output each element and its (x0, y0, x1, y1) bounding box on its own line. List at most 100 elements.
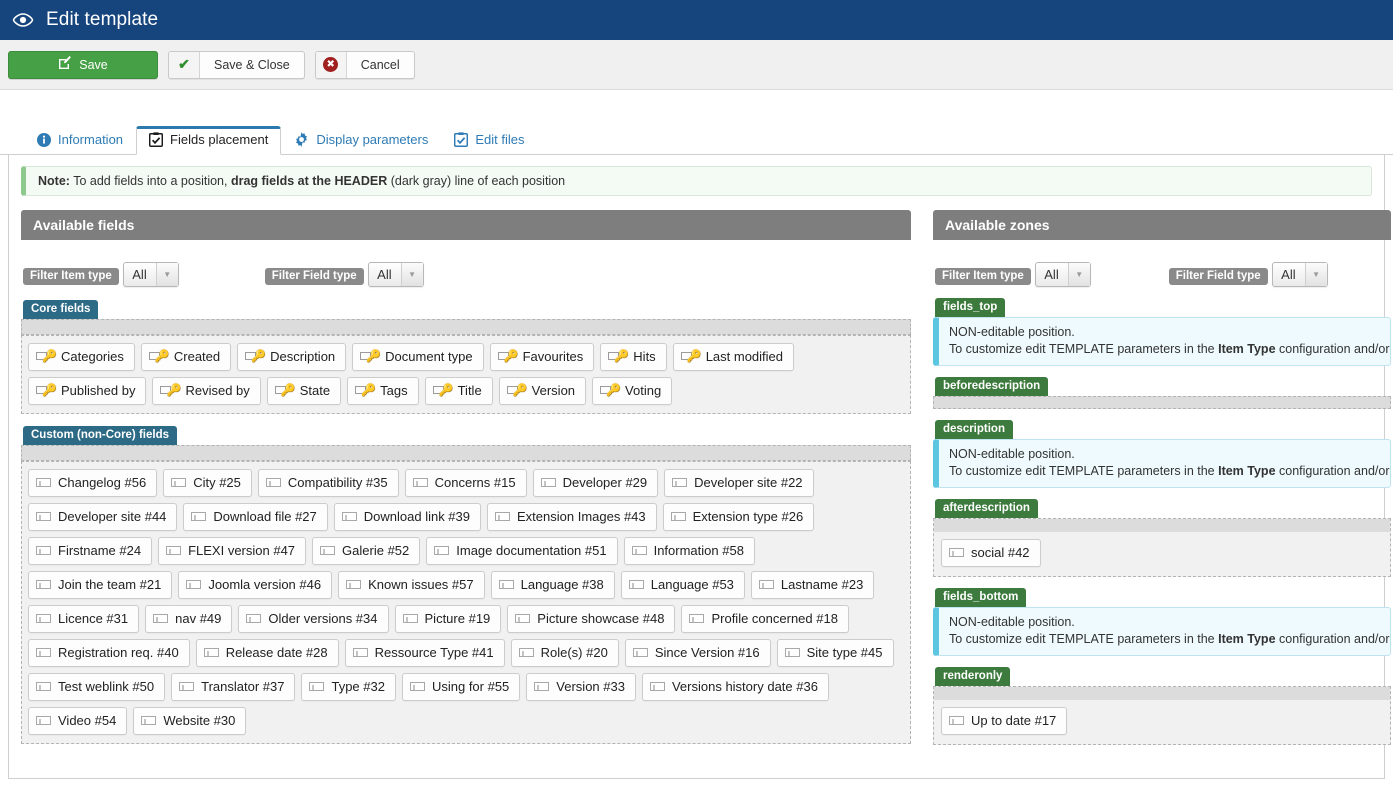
field-chip[interactable]: Older versions #34 (238, 605, 389, 633)
field-chip[interactable]: Licence #31 (28, 605, 140, 633)
field-chip[interactable]: Lastname #23 (750, 571, 875, 599)
zone-header-dropline[interactable] (934, 687, 1390, 700)
field-chip[interactable]: 🔑 Revised by (152, 377, 261, 405)
field-chip-label: Hits (633, 349, 656, 364)
field-chip[interactable]: Galerie #52 (312, 537, 421, 565)
eye-icon (12, 9, 34, 31)
field-chip[interactable]: 🔑 Tags (347, 377, 419, 405)
tab-display-parameters[interactable]: Display parameters (281, 126, 441, 155)
field-chip-label: Favourites (522, 349, 584, 364)
field-chip[interactable]: Picture showcase #48 (507, 605, 676, 633)
field-chip[interactable]: Test weblink #50 (28, 673, 166, 701)
gear-icon (294, 132, 309, 147)
custom-fields-list[interactable]: Changelog #56 City #25 Compatibility #35 Co… (21, 461, 911, 744)
tab-information[interactable]: Information (24, 126, 136, 155)
field-chip[interactable]: 🔑 Version (498, 377, 587, 405)
field-chip[interactable]: FLEXI version #47 (158, 537, 307, 565)
field-chip[interactable]: Website #30 (133, 707, 247, 735)
field-chip[interactable]: Download file #27 (183, 503, 328, 531)
save-close-button[interactable]: ✔ Save & Close (168, 50, 305, 79)
available-fields-header: Available fields (21, 210, 911, 240)
field-chip[interactable]: Registration req. #40 (28, 639, 190, 667)
field-chip[interactable]: Type #32 (301, 673, 396, 701)
field-chip[interactable]: Changelog #56 (28, 469, 158, 497)
field-chip[interactable]: Site type #45 (776, 639, 894, 667)
field-chip[interactable]: Developer #29 (532, 469, 659, 497)
field-chip[interactable]: Language #38 (490, 571, 615, 599)
field-chip[interactable]: 🔑 Created (140, 343, 232, 371)
core-fields-list[interactable]: 🔑 Categories 🔑 Created 🔑 Description 🔑 Document… (21, 335, 911, 414)
field-chip-label: Picture #19 (424, 611, 491, 626)
field-chip[interactable]: City #25 (163, 469, 252, 497)
field-chip[interactable]: Video #54 (28, 707, 128, 735)
field-chip[interactable]: Extension Images #43 (487, 503, 657, 531)
field-chip[interactable]: 🔑 Voting (592, 377, 673, 405)
field-chip[interactable]: Using for #55 (401, 673, 521, 701)
field-chip[interactable]: Ressource Type #41 (344, 639, 505, 667)
field-chip[interactable]: Since Version #16 (624, 639, 771, 667)
field-chip[interactable]: Joomla version #46 (178, 571, 333, 599)
field-chip[interactable]: 🔑 Favourites (489, 343, 595, 371)
zone-dropzone[interactable]: Up to date #17 (933, 686, 1391, 745)
save-button[interactable]: Save (8, 50, 158, 79)
core-field-key-icon: 🔑 (497, 350, 519, 363)
field-chip[interactable]: Language #53 (620, 571, 745, 599)
field-chip[interactable]: 🔑 State (266, 377, 342, 405)
tab-fields-placement[interactable]: Fields placement (136, 126, 282, 155)
tab-fields-placement-label: Fields placement (170, 132, 269, 147)
field-chip[interactable]: Join the team #21 (28, 571, 173, 599)
field-chip-label: Type #32 (331, 679, 385, 694)
field-chip[interactable]: Firstname #24 (28, 537, 153, 565)
field-chip[interactable]: Picture #19 (394, 605, 502, 633)
field-chip[interactable]: Extension type #26 (662, 503, 815, 531)
field-chip[interactable]: Up to date #17 (941, 707, 1068, 735)
field-chip[interactable]: 🔑 Description (237, 343, 347, 371)
text-field-icon (36, 682, 51, 691)
tab-edit-files[interactable]: Edit files (441, 126, 537, 155)
field-chip[interactable]: 🔑 Published by (28, 377, 147, 405)
field-chip[interactable]: Translator #37 (171, 673, 296, 701)
field-chip[interactable]: 🔑 Categories (28, 343, 135, 371)
field-chip[interactable]: Compatibility #35 (257, 469, 399, 497)
zone-dropzone[interactable]: social #42 (933, 518, 1391, 577)
field-chip-label: Site type #45 (806, 645, 883, 660)
zones-filter-item-type-select[interactable]: All ▼ (1035, 262, 1091, 287)
custom-fields-header-dropline[interactable] (21, 445, 911, 461)
field-chip[interactable]: Concerns #15 (404, 469, 527, 497)
field-chip[interactable]: 🔑 Hits (600, 343, 667, 371)
text-field-icon (36, 546, 51, 555)
field-chip[interactable]: Known issues #57 (338, 571, 485, 599)
zones-filter-field-type-select[interactable]: All ▼ (1272, 262, 1328, 287)
core-fields-header-dropline[interactable] (21, 319, 911, 335)
filter-item-type-select[interactable]: All ▼ (123, 262, 179, 287)
field-chip[interactable]: Release date #28 (195, 639, 339, 667)
field-chip[interactable]: Information #58 (623, 537, 755, 565)
field-chip[interactable]: 🔑 Title (424, 377, 493, 405)
zone-header-dropline[interactable] (934, 519, 1390, 532)
filter-field-type-select[interactable]: All ▼ (368, 262, 424, 287)
field-chip[interactable]: Download link #39 (333, 503, 481, 531)
field-chip-label: Older versions #34 (268, 611, 378, 626)
zone-info-text: NON-editable position. To customize edit … (933, 607, 1391, 656)
field-chip-label: Developer site #44 (58, 509, 167, 524)
field-chip[interactable]: Developer site #22 (664, 469, 814, 497)
text-field-icon (784, 648, 800, 657)
field-chip[interactable]: Role(s) #20 (510, 639, 619, 667)
field-chip[interactable]: Image documentation #51 (426, 537, 618, 565)
check-icon: ✔ (169, 51, 200, 78)
field-chip[interactable]: nav #49 (145, 605, 233, 633)
window-titlebar: Edit template (0, 0, 1393, 40)
zone-empty-dropline[interactable] (933, 396, 1391, 409)
field-chip[interactable]: Version #33 (526, 673, 636, 701)
core-field-key-icon: 🔑 (360, 350, 381, 363)
field-chip-label: Download link #39 (363, 509, 470, 524)
field-chip[interactable]: 🔑 Last modified (672, 343, 795, 371)
cancel-button[interactable]: ✖ Cancel (314, 50, 415, 79)
field-chip[interactable]: Profile concerned #18 (681, 605, 849, 633)
field-chip[interactable]: Versions history date #36 (641, 673, 829, 701)
field-chip[interactable]: 🔑 Document type (352, 343, 484, 371)
field-chip[interactable]: social #42 (941, 539, 1041, 567)
field-chip[interactable]: Developer site #44 (28, 503, 178, 531)
field-chip-label: Information #58 (653, 543, 744, 558)
note-prefix: Note: (38, 174, 70, 188)
